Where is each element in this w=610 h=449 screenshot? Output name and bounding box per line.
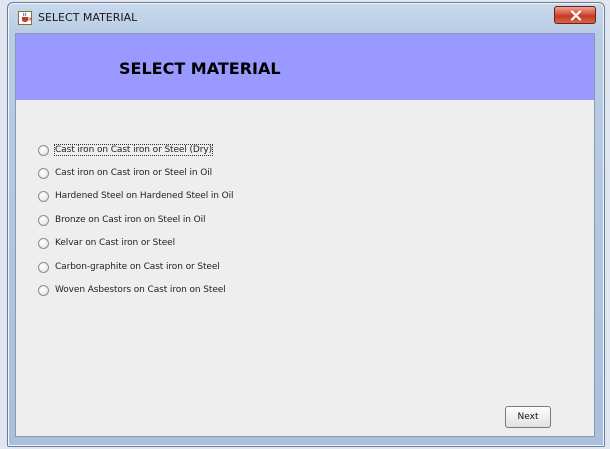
- title-bar[interactable]: SELECT MATERIAL: [8, 3, 604, 33]
- page-title: SELECT MATERIAL: [119, 59, 281, 78]
- material-option-label: Cast iron on Cast iron or Steel in Oil: [55, 168, 213, 178]
- content-pane: SELECT MATERIAL Cast iron on Cast iron o…: [15, 33, 595, 437]
- material-option-label: Carbon-graphite on Cast iron or Steel: [55, 262, 220, 272]
- radio-button[interactable]: [38, 167, 49, 179]
- radio-button[interactable]: [38, 237, 49, 249]
- material-option-label: Hardened Steel on Hardened Steel in Oil: [55, 191, 234, 201]
- material-option-hardened-steel[interactable]: Hardened Steel on Hardened Steel in Oil: [38, 187, 298, 205]
- radio-button[interactable]: [38, 144, 49, 156]
- close-button[interactable]: [554, 6, 596, 24]
- material-option-cast-iron-oil[interactable]: Cast iron on Cast iron or Steel in Oil: [38, 164, 298, 182]
- select-material-window: SELECT MATERIAL SELECT MATERIAL Cast iro…: [7, 2, 605, 447]
- material-option-woven-asbestors[interactable]: Woven Asbestors on Cast iron on Steel: [38, 281, 298, 299]
- window-title: SELECT MATERIAL: [38, 11, 138, 24]
- radio-button[interactable]: [38, 190, 49, 202]
- material-option-label: Woven Asbestors on Cast iron on Steel: [55, 285, 226, 295]
- next-button[interactable]: Next: [505, 406, 551, 428]
- material-option-bronze[interactable]: Bronze on Cast iron on Steel in Oil: [38, 211, 298, 229]
- radio-button[interactable]: [38, 261, 49, 273]
- header-banner: SELECT MATERIAL: [16, 34, 594, 100]
- radio-button[interactable]: [38, 214, 49, 226]
- material-option-label: Cast iron on Cast iron or Steel (Dry): [54, 144, 213, 156]
- material-option-label: Bronze on Cast iron on Steel in Oil: [55, 215, 206, 225]
- close-x-icon: [570, 10, 582, 21]
- material-option-cast-iron-dry[interactable]: Cast iron on Cast iron or Steel (Dry): [38, 141, 298, 159]
- java-cup-icon: [18, 11, 32, 25]
- material-option-label: Kelvar on Cast iron or Steel: [55, 238, 176, 248]
- material-option-carbon-graphite[interactable]: Carbon-graphite on Cast iron or Steel: [38, 258, 298, 276]
- material-option-kelvar[interactable]: Kelvar on Cast iron or Steel: [38, 234, 298, 252]
- radio-button[interactable]: [38, 284, 49, 296]
